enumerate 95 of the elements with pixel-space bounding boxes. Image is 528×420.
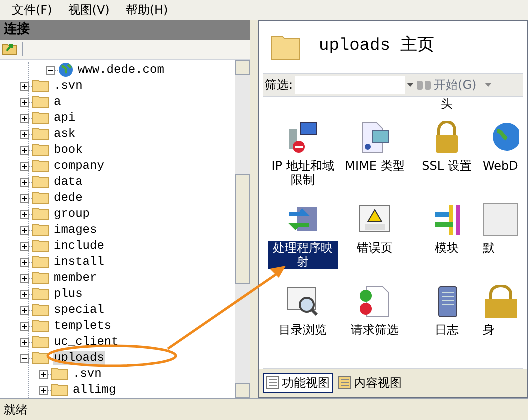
scrollbar[interactable]	[235, 60, 250, 398]
expand-icon[interactable]	[39, 386, 48, 394]
feature-item[interactable]: SSL 设置	[411, 121, 483, 197]
expand-icon[interactable]	[20, 178, 29, 186]
tree-item[interactable]: group	[53, 207, 92, 221]
menu-item[interactable]: 视图(V)	[68, 1, 110, 19]
tree-item[interactable]: special	[53, 303, 106, 317]
status-text: 就绪	[4, 402, 28, 418]
dropdown-caret-icon[interactable]	[484, 83, 492, 87]
tree-item[interactable]: www.dede.com	[77, 63, 166, 77]
view-tab[interactable]: 功能视图	[263, 373, 333, 393]
expand-icon[interactable]	[20, 306, 29, 314]
collapse-icon[interactable]	[20, 354, 29, 362]
feature-item[interactable]: 模块	[411, 203, 483, 279]
expand-icon[interactable]	[20, 98, 29, 106]
feature-label: 头	[441, 97, 453, 113]
tree-item[interactable]: a	[53, 95, 62, 109]
expand-icon[interactable]	[20, 210, 29, 218]
folder-icon	[32, 95, 50, 109]
feature-item[interactable]: MIME 类型	[339, 121, 411, 197]
binoculars-icon	[416, 79, 432, 91]
grid-view-icon	[266, 376, 280, 390]
page-title: uploads 主页	[319, 34, 435, 58]
folder-icon	[32, 351, 50, 365]
pane-title: 连接	[3, 20, 31, 40]
tree-item[interactable]: allimg	[72, 383, 118, 397]
tree-item[interactable]: book	[53, 143, 84, 157]
folder-icon	[32, 223, 50, 237]
expand-icon[interactable]	[39, 370, 48, 378]
tree-item[interactable]: api	[53, 111, 77, 125]
tree-item[interactable]: company	[53, 159, 106, 173]
feature-item[interactable]: 请求筛选	[339, 285, 411, 361]
expand-icon[interactable]	[20, 194, 29, 202]
view-tab[interactable]: 内容视图	[335, 373, 405, 393]
folder-icon	[32, 271, 50, 285]
expand-icon[interactable]	[20, 114, 29, 122]
expand-icon[interactable]	[20, 82, 29, 90]
feature-item[interactable]: 错误页	[339, 203, 411, 279]
feature-item[interactable]: 默	[483, 203, 523, 279]
tree-item[interactable]: .svn	[53, 79, 84, 93]
menu-item[interactable]: 文件(F)	[12, 1, 52, 19]
tree-item[interactable]: .svn	[72, 367, 103, 381]
tree-item[interactable]: images	[53, 223, 98, 237]
expand-icon[interactable]	[20, 242, 29, 250]
feature-item[interactable]: 身	[483, 285, 523, 361]
feature-item[interactable]: 日志	[411, 285, 483, 361]
expand-icon[interactable]	[20, 226, 29, 234]
expand-icon[interactable]	[20, 146, 29, 154]
folder-icon	[32, 319, 50, 333]
folder-icon	[32, 159, 50, 173]
tree-item[interactable]: include	[53, 239, 106, 253]
tree-item[interactable]: templets	[53, 319, 113, 333]
folder-icon	[32, 111, 50, 125]
folder-icon	[32, 255, 50, 269]
expand-icon[interactable]	[20, 322, 29, 330]
go-button[interactable]: 开始(G)	[434, 76, 477, 94]
expand-icon[interactable]	[20, 274, 29, 282]
tree-item[interactable]: plus	[53, 287, 84, 301]
folder-icon	[32, 191, 50, 205]
filter-field[interactable]	[295, 76, 406, 94]
feature-icon	[483, 203, 519, 237]
menu-item[interactable]: 帮助(H)	[126, 1, 168, 19]
collapse-icon[interactable]	[46, 66, 55, 74]
feature-item[interactable]: WebD	[483, 121, 523, 197]
folder-icon	[32, 335, 50, 349]
expand-icon[interactable]	[20, 258, 29, 266]
expand-icon[interactable]	[20, 130, 29, 138]
tree-item[interactable]: uc_client	[53, 335, 120, 349]
folder-icon	[32, 239, 50, 253]
globe-icon	[58, 62, 74, 78]
tree-item[interactable]: member	[53, 271, 98, 285]
expand-icon[interactable]	[20, 338, 29, 346]
folder-icon	[32, 303, 50, 317]
folder-icon	[32, 143, 50, 157]
folder-icon	[51, 367, 69, 381]
feature-icon	[483, 285, 519, 319]
folder-icon	[32, 127, 50, 141]
connect-icon[interactable]	[2, 42, 18, 56]
folder-icon	[32, 287, 50, 301]
feature-item[interactable]: IP 地址和域限制	[267, 121, 339, 197]
folder-icon	[32, 79, 50, 93]
feature-item[interactable]: 处理程序映射	[267, 203, 339, 279]
tree-item[interactable]: install	[53, 255, 106, 269]
tree-item[interactable]: data	[53, 175, 84, 189]
feature-icon	[285, 285, 321, 319]
tree-item[interactable]: ask	[53, 127, 77, 141]
filter-label: 筛选:	[265, 77, 294, 94]
folder-icon	[32, 207, 50, 221]
feature-item[interactable]: 目录浏览	[267, 285, 339, 361]
expand-icon[interactable]	[20, 290, 29, 298]
tree-item[interactable]: dede	[53, 191, 84, 205]
folder-icon	[32, 175, 50, 189]
expand-icon[interactable]	[20, 162, 29, 170]
dropdown-caret-icon[interactable]	[407, 83, 414, 87]
content-view-icon	[338, 376, 352, 390]
